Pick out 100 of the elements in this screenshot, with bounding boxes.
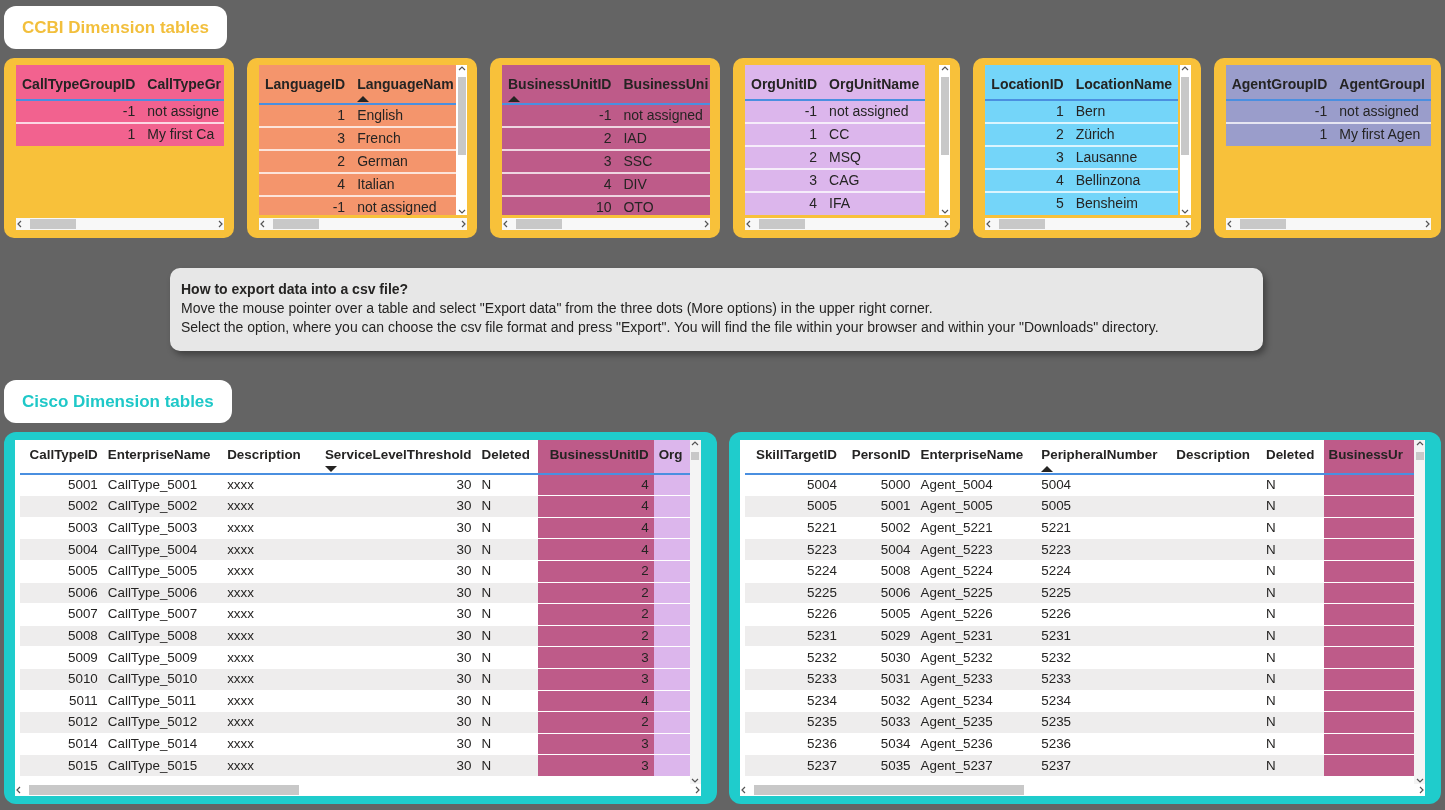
table-cell: N <box>1261 495 1324 518</box>
table-cell: 5233 <box>744 668 842 691</box>
column-header[interactable]: LanguageID <box>259 65 352 104</box>
scroll-right-icon[interactable] <box>1417 786 1425 794</box>
column-header[interactable]: BusinessUr <box>1323 440 1414 475</box>
table-cell: 30 <box>310 538 477 561</box>
table-cell: 5001 <box>841 495 916 518</box>
scroll-down-icon[interactable] <box>457 207 466 215</box>
table-cell: Agent_5235 <box>915 711 1037 734</box>
scrollbar-thumb[interactable] <box>759 219 805 229</box>
scrollbar-thumb[interactable] <box>1239 219 1286 229</box>
scroll-left-icon[interactable] <box>16 220 24 228</box>
table-cell: xxxx <box>222 538 311 561</box>
scroll-up-icon[interactable] <box>691 440 699 448</box>
column-header[interactable]: ServiceLevelThreshold <box>310 440 477 475</box>
scroll-down-icon[interactable] <box>691 776 699 784</box>
scrollbar-thumb[interactable] <box>30 219 76 229</box>
scroll-up-icon[interactable] <box>1181 65 1190 73</box>
table-cell: MSQ <box>823 146 926 169</box>
scrollbar-thumb[interactable] <box>457 77 466 155</box>
scrollbar-thumb[interactable] <box>516 219 562 229</box>
column-header[interactable]: LocationName <box>1069 65 1179 100</box>
scroll-left-icon[interactable] <box>502 220 510 228</box>
table-cell: 30 <box>310 582 477 604</box>
scroll-left-icon[interactable] <box>15 786 23 794</box>
table-cell: 5231 <box>1036 625 1172 647</box>
table-cell: 5 <box>985 192 1070 215</box>
scroll-right-icon[interactable] <box>702 220 710 228</box>
scroll-right-icon[interactable] <box>216 220 224 228</box>
table-cell: 30 <box>310 754 477 777</box>
column-header[interactable]: CallTypeID <box>20 440 103 475</box>
table-cell: 2 <box>538 603 654 626</box>
scrollbar-thumb[interactable] <box>1181 77 1190 155</box>
column-header[interactable]: BusinessUni <box>617 65 710 104</box>
table-cell: 5005 <box>1036 495 1172 518</box>
table-cell: CallType_5006 <box>102 582 223 604</box>
scroll-up-icon[interactable] <box>457 65 466 73</box>
table-cell: 2 <box>538 582 654 604</box>
scroll-right-icon[interactable] <box>459 220 467 228</box>
column-header[interactable]: PeripheralNumber <box>1036 440 1172 475</box>
table-cell: German <box>351 150 456 173</box>
scroll-up-icon[interactable] <box>940 65 949 73</box>
column-header[interactable]: CallTypeGr <box>141 65 224 100</box>
table-cell: 5223 <box>744 538 842 561</box>
scrollbar-thumb[interactable] <box>29 785 299 795</box>
scroll-right-icon[interactable] <box>1423 220 1431 228</box>
column-header[interactable]: Org <box>653 440 690 475</box>
scroll-down-icon[interactable] <box>1181 207 1190 215</box>
column-header[interactable]: BusinessUnitID <box>502 65 618 104</box>
table-cell: 5004 <box>841 538 916 561</box>
column-header[interactable]: OrgUnitName <box>823 65 926 100</box>
table-cell: N <box>476 754 539 777</box>
scroll-down-icon[interactable] <box>1415 776 1424 784</box>
table-cell: N <box>476 495 539 518</box>
table-cell: 5233 <box>1036 668 1172 691</box>
column-header[interactable]: EnterpriseName <box>102 440 223 475</box>
scroll-right-icon[interactable] <box>942 220 951 228</box>
column-header[interactable]: CallTypeGroupID <box>16 65 142 100</box>
scrollbar-thumb[interactable] <box>753 785 1024 795</box>
table-cell: N <box>476 625 539 647</box>
scrollbar-thumb[interactable] <box>273 219 319 229</box>
table-cell: DIV <box>617 173 710 196</box>
column-header[interactable]: OrgUnitID <box>745 65 824 100</box>
column-header[interactable]: SkillTargetID <box>744 440 842 475</box>
table-cell: 5004 <box>20 538 103 561</box>
scroll-left-icon[interactable] <box>745 220 753 228</box>
table-cell: 3 <box>502 150 618 173</box>
table-cell: 2 <box>502 127 618 150</box>
scrollbar-thumb[interactable] <box>1415 452 1424 460</box>
column-header[interactable]: LanguageNam <box>351 65 456 104</box>
table-cell: My first Agen <box>1333 123 1431 146</box>
column-header[interactable]: BusinessUnitID <box>538 440 654 475</box>
scrollbar-thumb[interactable] <box>691 452 699 460</box>
table-cell: 3 <box>538 646 654 669</box>
column-header[interactable]: Description <box>222 440 311 475</box>
column-header[interactable]: AgentGroupI <box>1333 65 1431 100</box>
section-title: CCBI Dimension tables <box>4 6 228 49</box>
scroll-left-icon[interactable] <box>739 786 748 794</box>
table-cell: 2 <box>538 560 654 583</box>
column-header[interactable]: Description <box>1171 440 1261 475</box>
table-cell: 4 <box>745 192 824 215</box>
column-header[interactable]: LocationID <box>985 65 1070 100</box>
table-cell: Agent_5225 <box>915 582 1037 604</box>
column-header[interactable]: EnterpriseName <box>915 440 1037 475</box>
table-cell: 5006 <box>841 582 916 604</box>
column-header[interactable]: AgentGroupID <box>1225 65 1334 100</box>
scroll-left-icon[interactable] <box>1225 220 1234 228</box>
table-cell: N <box>1261 625 1324 647</box>
table-cell: N <box>476 538 539 561</box>
scroll-down-icon[interactable] <box>940 207 949 215</box>
table-cell: N <box>476 582 539 604</box>
table-cell: 5029 <box>841 625 916 647</box>
table-cell: 1 <box>16 123 142 146</box>
table-cell: Agent_5233 <box>915 668 1037 691</box>
scroll-up-icon[interactable] <box>1415 440 1424 448</box>
table-cell: xxxx <box>222 495 311 518</box>
scrollbar-thumb[interactable] <box>999 219 1046 229</box>
scrollbar-thumb[interactable] <box>940 77 949 155</box>
column-header[interactable]: PersonID <box>841 440 916 475</box>
scroll-left-icon[interactable] <box>259 220 267 228</box>
